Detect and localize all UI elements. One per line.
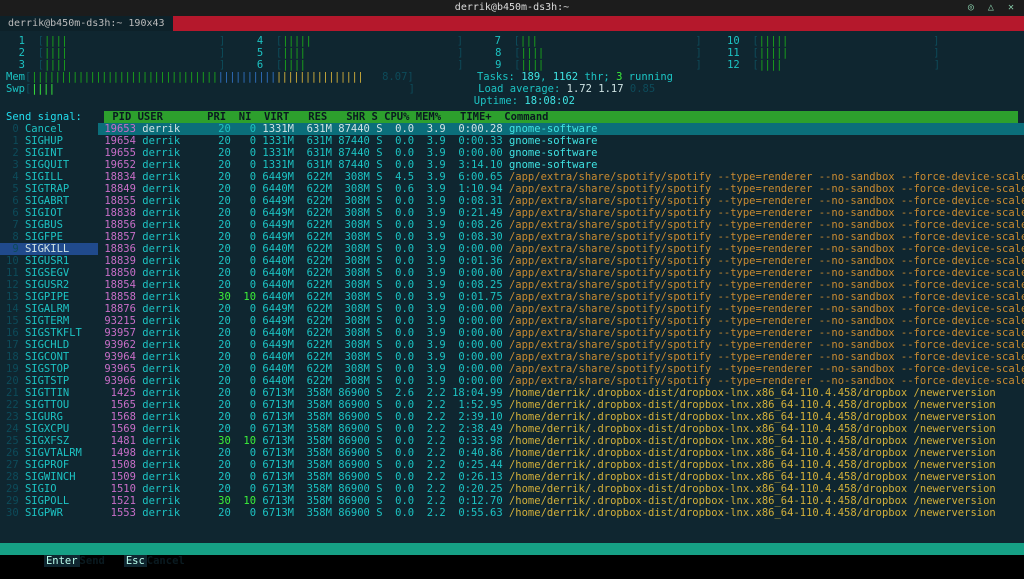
signal-item[interactable]: 9 SIGKILL [0,243,98,255]
signal-item[interactable]: 29 SIGIO [0,483,98,495]
footer-bar: EnterSend EscCancel [0,543,1024,555]
process-row[interactable]: 93964 derrik 20 0 6440M 622M 308M S 0.0 … [98,351,1024,363]
process-row[interactable]: 1508 derrik 20 0 6713M 358M 86900 S 0.0 … [98,459,1024,471]
signal-item[interactable]: 6 SIGABRT [0,195,98,207]
process-row[interactable]: 93215 derrik 20 0 6449M 622M 308M S 0.0 … [98,315,1024,327]
process-row[interactable]: 18850 derrik 20 0 6440M 622M 308M S 0.0 … [98,267,1024,279]
process-row[interactable]: 1553 derrik 20 0 6713M 358M 86900 S 0.0 … [98,507,1024,519]
signal-item[interactable]: 6 SIGIOT [0,207,98,219]
process-row[interactable]: 18855 derrik 20 0 6449M 622M 308M S 0.0 … [98,195,1024,207]
signal-item[interactable]: 16 SIGSTKFLT [0,327,98,339]
signal-item[interactable]: 8 SIGFPE [0,231,98,243]
signal-item[interactable]: 15 SIGTERM [0,315,98,327]
signal-item[interactable]: 22 SIGTTOU [0,399,98,411]
signal-item[interactable]: 12 SIGUSR2 [0,279,98,291]
process-list-body: 0 Cancel 1 SIGHUP 2 SIGINT 3 SIGQUIT 4 S… [0,123,1024,519]
cpu-meters: 1 [|||| ] 4 [||||| ] 7 [||| ] 10 [||||| … [0,31,1024,109]
signal-item[interactable]: 28 SIGWINCH [0,471,98,483]
signal-item[interactable]: 25 SIGXFSZ [0,435,98,447]
process-row[interactable]: 19655 derrik 20 0 1331M 631M 87440 S 0.0… [98,147,1024,159]
process-row[interactable]: 1565 derrik 20 0 6713M 358M 86900 S 0.0 … [98,399,1024,411]
send-signal-prompt: Send signal: [6,111,104,123]
window-titlebar[interactable]: derrik@b450m-ds3h:~ ◎ △ ✕ [0,0,1024,16]
process-row[interactable]: 1481 derrik 30 10 6713M 358M 86900 S 0.0… [98,435,1024,447]
signal-item[interactable]: 29 SIGPOLL [0,495,98,507]
process-row[interactable]: 93957 derrik 20 0 6440M 622M 308M S 0.0 … [98,327,1024,339]
signal-item[interactable]: 5 SIGTRAP [0,183,98,195]
signal-item[interactable]: 13 SIGPIPE [0,291,98,303]
enter-label: Send [80,555,124,567]
process-row[interactable]: 18836 derrik 20 0 6440M 622M 308M S 0.0 … [98,243,1024,255]
process-header-row: Send signal: PID USER PRI NI VIRT RES SH… [0,111,1024,123]
signal-item[interactable]: 18 SIGCONT [0,351,98,363]
process-row[interactable]: 1498 derrik 20 0 6713M 358M 86900 S 0.0 … [98,447,1024,459]
process-row[interactable]: 1510 derrik 20 0 6713M 358M 86900 S 0.0 … [98,483,1024,495]
process-row[interactable]: 18834 derrik 20 0 6449M 622M 308M S 4.5 … [98,171,1024,183]
signal-item[interactable]: 20 SIGTSTP [0,375,98,387]
process-row[interactable]: 19653 derrik 20 0 1331M 631M 87440 S 0.0… [98,123,1024,135]
process-row[interactable]: 18839 derrik 20 0 6440M 622M 308M S 0.0 … [98,255,1024,267]
signal-item[interactable]: 21 SIGTTIN [0,387,98,399]
process-row[interactable]: 18849 derrik 20 0 6440M 622M 308M S 0.6 … [98,183,1024,195]
process-row[interactable]: 18838 derrik 20 0 6449M 622M 308M S 0.0 … [98,207,1024,219]
process-row[interactable]: 1425 derrik 20 0 6713M 358M 86900 S 2.6 … [98,387,1024,399]
process-row[interactable]: 19654 derrik 20 0 1331M 631M 87440 S 0.0… [98,135,1024,147]
esc-key-hint: Esc [124,555,147,567]
signal-item[interactable]: 0 Cancel [0,123,98,135]
signal-item[interactable]: 14 SIGALRM [0,303,98,315]
process-row[interactable]: 1521 derrik 30 10 6713M 358M 86900 S 0.0… [98,495,1024,507]
signal-item[interactable]: 27 SIGPROF [0,459,98,471]
window-title: derrik@b450m-ds3h:~ [455,2,569,13]
esc-label: Cancel [147,555,191,567]
signal-item[interactable]: 1 SIGHUP [0,135,98,147]
process-row[interactable]: 18856 derrik 20 0 6449M 622M 308M S 0.0 … [98,219,1024,231]
signal-item[interactable]: 30 SIGPWR [0,507,98,519]
enter-key-hint: Enter [44,555,80,567]
terminal[interactable]: 1 [|||| ] 4 [||||| ] 7 [||| ] 10 [||||| … [0,31,1024,555]
process-row[interactable]: 1509 derrik 20 0 6713M 358M 86900 S 0.0 … [98,471,1024,483]
signal-item[interactable]: 4 SIGILL [0,171,98,183]
column-headers[interactable]: PID USER PRI NI VIRT RES SHR S CPU% MEM%… [104,111,1018,123]
process-row[interactable]: 93966 derrik 20 0 6440M 622M 308M S 0.0 … [98,375,1024,387]
tab-bar: derrik@b450m-ds3h:~ 190x43 [0,16,1024,31]
process-row[interactable]: 1568 derrik 20 0 6713M 358M 86900 S 0.0 … [98,411,1024,423]
process-row[interactable]: 93965 derrik 20 0 6440M 622M 308M S 0.0 … [98,363,1024,375]
signal-item[interactable]: 24 SIGXCPU [0,423,98,435]
signal-item[interactable]: 19 SIGSTOP [0,363,98,375]
signal-item[interactable]: 11 SIGSEGV [0,267,98,279]
process-row[interactable]: 18857 derrik 20 0 6449M 622M 308M S 0.0 … [98,231,1024,243]
signal-item[interactable]: 10 SIGUSR1 [0,255,98,267]
signal-item[interactable]: 26 SIGVTALRM [0,447,98,459]
signal-item[interactable]: 23 SIGURG [0,411,98,423]
window-controls[interactable]: ◎ △ ✕ [968,0,1018,16]
process-row[interactable]: 93962 derrik 20 0 6449M 622M 308M S 0.0 … [98,339,1024,351]
terminal-tab[interactable]: derrik@b450m-ds3h:~ 190x43 [0,16,173,31]
signal-item[interactable]: 7 SIGBUS [0,219,98,231]
process-row[interactable]: 19652 derrik 20 0 1331M 631M 87440 S 0.0… [98,159,1024,171]
signal-item[interactable]: 3 SIGQUIT [0,159,98,171]
process-row[interactable]: 18858 derrik 30 10 6440M 622M 308M S 0.0… [98,291,1024,303]
signal-item[interactable]: 2 SIGINT [0,147,98,159]
process-row[interactable]: 18876 derrik 20 0 6449M 622M 308M S 0.0 … [98,303,1024,315]
signal-item[interactable]: 17 SIGCHLD [0,339,98,351]
process-row[interactable]: 1569 derrik 20 0 6713M 358M 86900 S 0.0 … [98,423,1024,435]
process-row[interactable]: 18854 derrik 20 0 6440M 622M 308M S 0.0 … [98,279,1024,291]
